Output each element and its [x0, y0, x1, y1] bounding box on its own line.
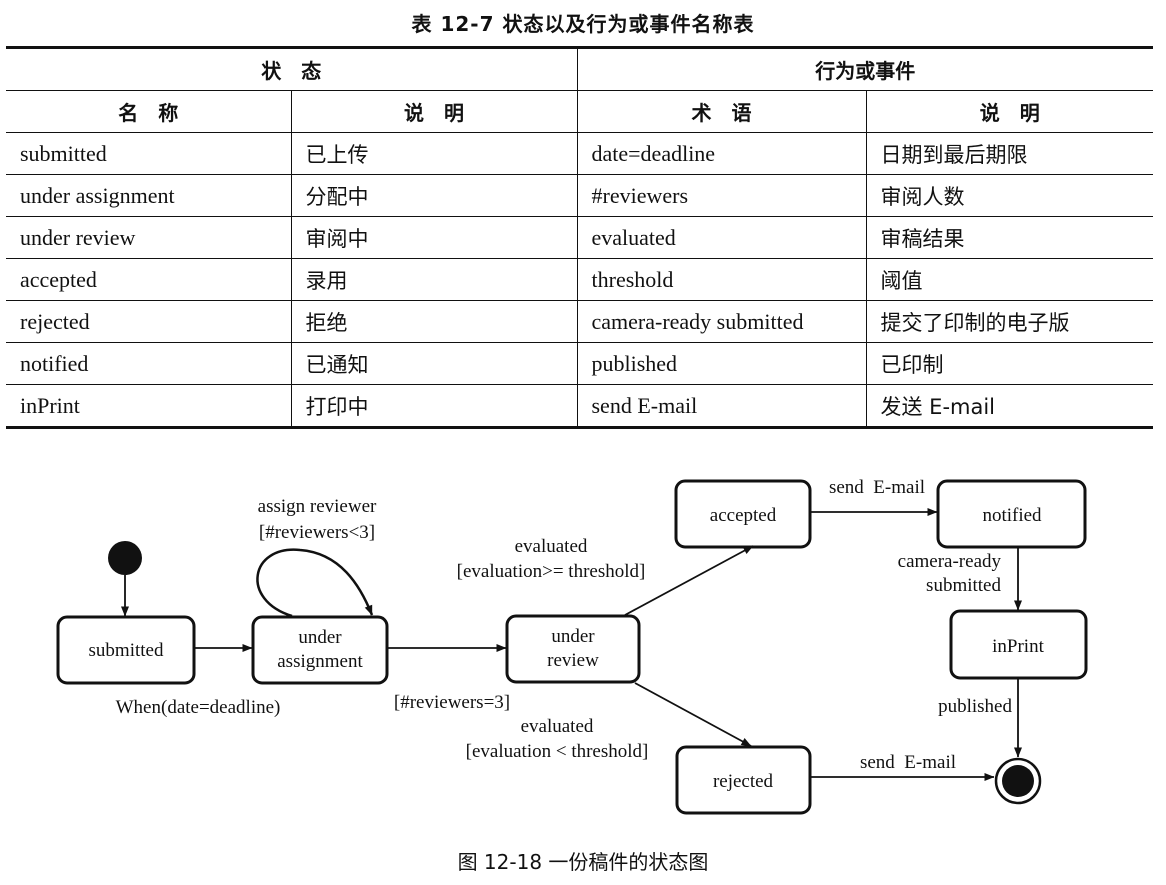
cell-state-name: accepted [6, 258, 292, 301]
arrow-self-loop-assignment [256, 548, 374, 618]
column-header-event-desc: 说 明 [865, 90, 1153, 133]
state-under-review-label-1: under [551, 626, 595, 647]
label-published: published [938, 696, 1012, 717]
cell-event-desc: 日期到最后期限 [865, 132, 1153, 175]
label-assign-reviewer: assign reviewer [258, 496, 377, 517]
label-evaluation-lt-threshold: [evaluation < threshold] [466, 741, 649, 762]
cell-state-desc: 分配中 [290, 174, 578, 217]
cell-event-term: #reviewers [576, 174, 867, 217]
label-submitted: submitted [926, 575, 1001, 596]
label-when-deadline: When(date=deadline) [116, 697, 281, 718]
cell-event-term: send E-mail [576, 384, 867, 428]
cell-event-term: threshold [576, 258, 867, 301]
cell-event-term: camera-ready submitted [576, 300, 867, 343]
state-under-review-label-2: review [547, 650, 599, 671]
table-row: under review 审阅中 evaluated 审稿结果 [6, 216, 1153, 259]
label-send-email-rejected: send E-mail [860, 752, 956, 773]
figure-caption: 图 12-18 一份稿件的状态图 [457, 850, 709, 874]
cell-event-term: date=deadline [576, 132, 867, 175]
table-row: inPrint 打印中 send E-mail 发送 E-mail [6, 384, 1153, 428]
cell-state-desc: 录用 [290, 258, 578, 301]
table-row: submitted 已上传 date=deadline 日期到最后期限 [6, 132, 1153, 175]
state-rejected-label: rejected [713, 771, 774, 792]
column-header-state-desc: 说 明 [290, 90, 578, 133]
initial-state-node [108, 541, 142, 575]
table-row: rejected 拒绝 camera-ready submitted 提交了印制的电子… [6, 300, 1153, 343]
cell-event-desc: 审稿结果 [865, 216, 1153, 259]
state-inprint-label: inPrint [992, 636, 1044, 657]
column-header-term: 术 语 [576, 90, 867, 133]
cell-state-name: rejected [6, 300, 292, 343]
cell-state-desc: 已上传 [290, 132, 578, 175]
state-submitted-label: submitted [89, 640, 164, 661]
cell-state-name: inPrint [6, 384, 292, 428]
cell-state-name: under assignment [6, 174, 292, 217]
table-body: submitted 已上传 date=deadline 日期到最后期限 under as… [6, 132, 1153, 428]
cell-event-desc: 审阅人数 [865, 174, 1153, 217]
state-under-assignment-label-2: assignment [277, 651, 363, 672]
group-header-state: 状 态 [6, 47, 578, 91]
final-state-node [1002, 765, 1034, 797]
group-header-row: 状 态 行为或事件 [6, 47, 1153, 91]
label-evaluated-accept: evaluated [515, 536, 588, 557]
label-evaluated-reject: evaluated [521, 716, 594, 737]
cell-state-desc: 拒绝 [290, 300, 578, 343]
column-header-row: 名 称 说 明 术 语 说 明 [6, 90, 1153, 133]
label-evaluation-gte-threshold: [evaluation>= threshold] [457, 561, 646, 582]
cell-event-term: published [576, 342, 867, 385]
state-accepted-label: accepted [710, 505, 777, 526]
table-title: 表 12-7 状态以及行为或事件名称表 [411, 12, 755, 36]
state-diagram: submitted under assignment under review … [56, 477, 1088, 815]
cell-event-term: evaluated [576, 216, 867, 259]
cell-state-desc: 已通知 [290, 342, 578, 385]
cell-state-name: notified [6, 342, 292, 385]
cell-state-desc: 打印中 [290, 384, 578, 428]
cell-state-name: submitted [6, 132, 292, 175]
cell-event-desc: 提交了印制的电子版 [865, 300, 1153, 343]
cell-event-desc: 已印制 [865, 342, 1153, 385]
table-row: notified 已通知 published 已印制 [6, 342, 1153, 385]
label-reviewers-lt-3: [#reviewers<3] [259, 522, 375, 543]
arrow-review-to-rejected [634, 682, 752, 747]
state-notified-label: notified [982, 505, 1042, 526]
label-send-email-accepted: send E-mail [829, 477, 925, 498]
column-header-name: 名 称 [6, 90, 292, 133]
group-header-event: 行为或事件 [576, 47, 1153, 91]
cell-event-desc: 发送 E-mail [865, 384, 1153, 428]
cell-state-desc: 审阅中 [290, 216, 578, 259]
cell-state-name: under review [6, 216, 292, 259]
table-row: accepted 录用 threshold 阈值 [6, 258, 1153, 301]
label-camera-ready: camera-ready [898, 551, 1002, 572]
label-reviewers-eq-3: [#reviewers=3] [394, 692, 510, 713]
cell-event-desc: 阈值 [865, 258, 1153, 301]
state-event-table: 状 态 行为或事件 名 称 说 明 术 语 说 明 submitted 已上传 da… [6, 46, 1153, 429]
state-under-assignment-label-1: under [298, 627, 342, 648]
table-row: under assignment 分配中 #reviewers 审阅人数 [6, 174, 1153, 217]
